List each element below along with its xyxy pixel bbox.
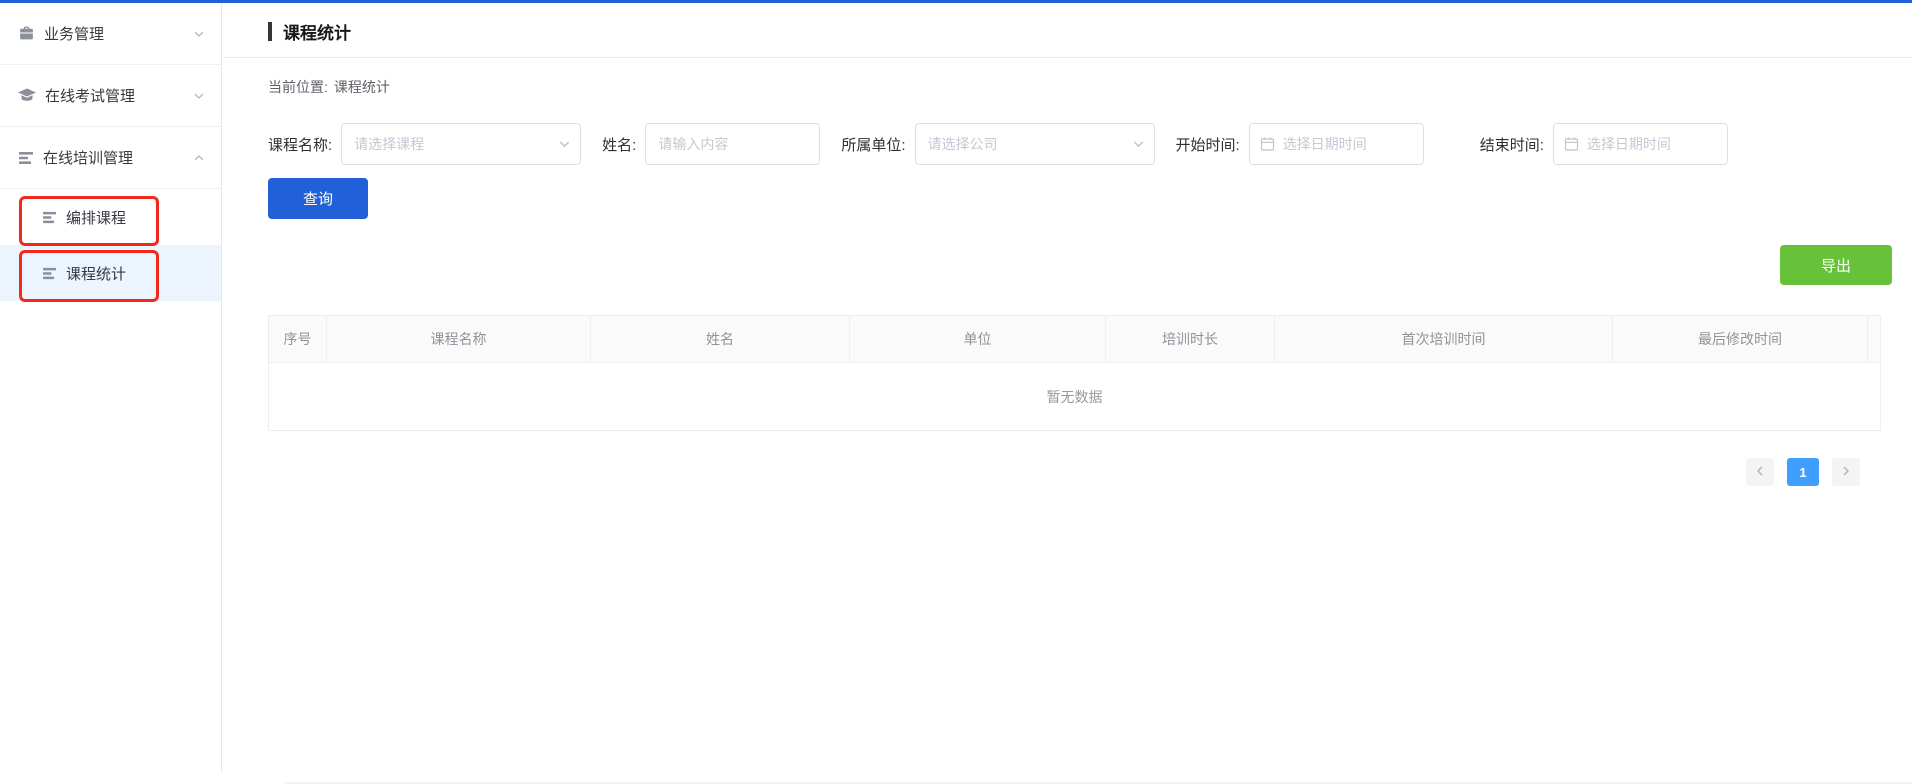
chevron-down-icon [193,90,205,102]
end-time-picker[interactable] [1553,123,1728,165]
title-accent-bar [268,22,272,41]
breadcrumb: 当前位置: 课程统计 [268,77,1912,97]
column-header-last-modified-time: 最后修改时间 [1613,316,1868,363]
sidebar-item-online-training-management[interactable]: 在线培训管理 [0,127,221,189]
column-header-gutter [1868,316,1881,363]
breadcrumb-current: 课程统计 [334,77,390,97]
filter-end-time: 结束时间: [1480,123,1728,165]
breadcrumb-label: 当前位置: [268,77,328,97]
filter-course-name: 课程名称: [268,123,581,165]
chevron-up-icon [193,152,205,164]
pagination: 1 [223,458,1912,486]
table-header-row: 序号 课程名称 姓名 单位 培训时长 首次培训时间 最后修改时间 [269,316,1881,363]
company-select-input[interactable] [916,124,1154,164]
calendar-icon [1260,137,1275,152]
start-time-label: 开始时间: [1176,134,1240,155]
header-divider [223,57,1912,58]
list-icon [18,151,34,165]
filter-bar: 课程名称: 姓名: 所属单位: 开始时间: [268,123,1912,165]
toolbar: 导出 [223,245,1912,285]
sidebar-item-label: 在线考试管理 [45,85,193,106]
export-button[interactable]: 导出 [1780,245,1892,285]
chevron-left-icon [1754,465,1766,480]
chevron-down-icon [193,28,205,40]
filter-company: 所属单位: [841,123,1154,165]
chevron-right-icon [1840,465,1852,480]
column-header-first-training-time: 首次培训时间 [1275,316,1613,363]
empty-row: 暂无数据 [269,363,1881,431]
person-name-input[interactable] [646,124,819,164]
page-title-row: 课程统计 [223,3,1912,42]
chevron-down-icon [558,138,571,151]
sidebar-item-online-exam-management[interactable]: 在线考试管理 [0,65,221,127]
sidebar-item-label: 课程统计 [66,263,126,284]
sidebar-item-course-statistics[interactable]: 课程统计 [0,245,221,301]
person-name-label: 姓名: [602,134,636,155]
page-1-button[interactable]: 1 [1787,458,1819,486]
graduation-cap-icon [18,88,36,103]
course-name-select-input[interactable] [342,124,580,164]
column-header-unit: 单位 [850,316,1106,363]
sidebar-item-label: 编排课程 [66,207,126,228]
column-header-name: 姓名 [591,316,850,363]
company-select[interactable] [915,123,1155,165]
next-page-button[interactable] [1832,458,1860,486]
start-time-input[interactable] [1250,124,1423,164]
list-icon [42,211,57,224]
page-title: 课程统计 [283,19,351,44]
start-time-picker[interactable] [1249,123,1424,165]
sidebar-item-label: 在线培训管理 [43,147,193,168]
filter-start-time: 开始时间: [1176,123,1424,165]
empty-placeholder: 暂无数据 [269,363,1881,431]
course-name-select[interactable] [341,123,581,165]
sidebar-item-business-management[interactable]: 业务管理 [0,3,221,65]
column-header-index: 序号 [269,316,327,363]
column-header-training-duration: 培训时长 [1106,316,1275,363]
person-name-field[interactable] [645,123,820,165]
column-header-course-name: 课程名称 [327,316,591,363]
chevron-down-icon [1132,138,1145,151]
prev-page-button[interactable] [1746,458,1774,486]
sidebar-item-label: 业务管理 [44,23,193,44]
end-time-input[interactable] [1554,124,1727,164]
main-content: 课程统计 当前位置: 课程统计 课程名称: 姓名: 所属单位: [223,3,1912,784]
course-statistics-table: 序号 课程名称 姓名 单位 培训时长 首次培训时间 最后修改时间 暂无数据 [268,315,1881,431]
filter-person-name: 姓名: [602,123,820,165]
briefcase-icon [18,25,35,42]
company-label: 所属单位: [841,134,905,155]
sidebar-item-arrange-course[interactable]: 编排课程 [0,189,221,245]
list-icon [42,267,57,280]
course-name-label: 课程名称: [268,134,332,155]
sidebar: 业务管理 在线考试管理 在线培训管理 编排课程 课程统计 [0,3,222,773]
end-time-label: 结束时间: [1480,134,1544,155]
calendar-icon [1564,137,1579,152]
query-button[interactable]: 查询 [268,178,368,219]
